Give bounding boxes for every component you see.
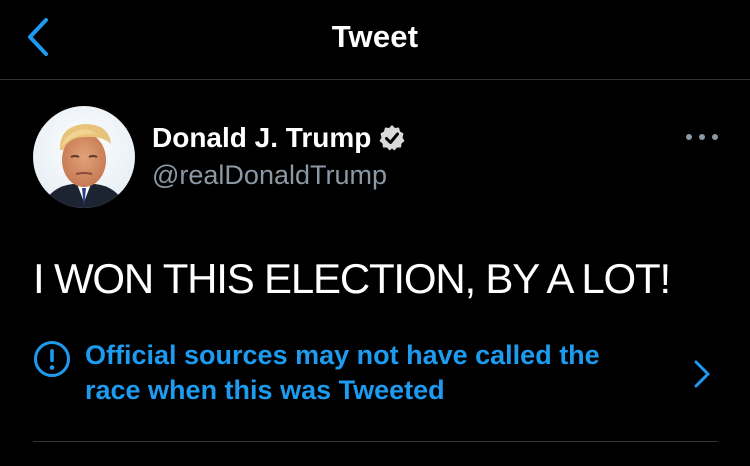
more-options-button[interactable] (682, 122, 722, 152)
info-icon (34, 341, 70, 377)
tweet-detail-screen: Tweet Donald J. Trump @realDonaldTrump I… (0, 0, 750, 466)
author-name-text: Donald J. Trump (152, 122, 372, 153)
election-notice-link[interactable]: Official sources may not have called the… (33, 338, 723, 410)
navigation-bar: Tweet (0, 0, 750, 80)
author-name[interactable]: Donald J. Trump (152, 122, 406, 154)
more-horizontal-icon (686, 134, 718, 140)
author-handle[interactable]: @realDonaldTrump (152, 160, 387, 191)
divider (33, 441, 718, 442)
avatar[interactable] (33, 106, 135, 208)
chevron-right-icon (694, 360, 710, 388)
notice-line-2: race when this was Tweeted (85, 375, 445, 405)
tweet-text: I WON THIS ELECTION, BY A LOT! (33, 255, 671, 302)
notice-text: Official sources may not have called the… (85, 338, 675, 408)
profile-photo (33, 106, 135, 208)
notice-line-1: Official sources may not have called the (85, 340, 600, 370)
verified-badge-icon (379, 125, 405, 151)
page-title: Tweet (331, 19, 419, 54)
